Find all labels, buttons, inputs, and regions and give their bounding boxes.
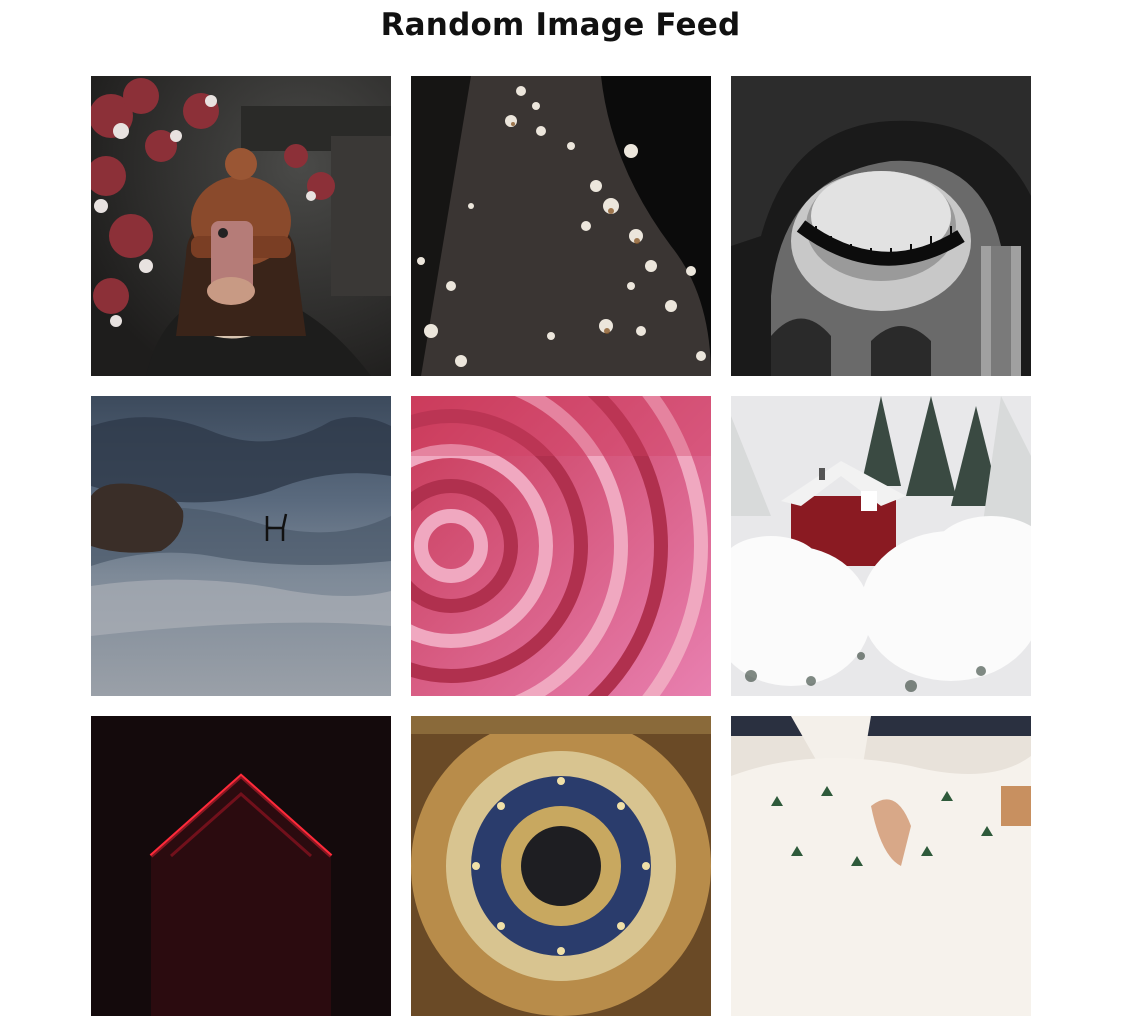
feed-image-8[interactable]	[411, 716, 711, 1016]
feed-image-9[interactable]	[731, 716, 1031, 1016]
feed-image-4[interactable]	[91, 396, 391, 696]
photo-spiral-staircase-bw	[731, 76, 1031, 376]
feed-image-5[interactable]	[411, 396, 711, 696]
image-feed-grid	[91, 76, 1031, 1016]
photo-ornate-dome-ceiling	[411, 716, 711, 1016]
photo-folding-linen	[731, 716, 1031, 1016]
photo-red-house-snow	[731, 396, 1031, 696]
feed-image-2[interactable]	[411, 76, 711, 376]
feed-image-1[interactable]	[91, 76, 391, 376]
photo-dark-rock-pebbles	[411, 76, 711, 376]
photo-chair-in-sea	[91, 396, 391, 696]
feed-image-3[interactable]	[731, 76, 1031, 376]
photo-woman-phone-snow	[91, 76, 391, 376]
photo-pink-spiral	[411, 396, 711, 696]
feed-image-7[interactable]	[91, 716, 391, 1016]
photo-red-neon-roof	[91, 716, 391, 1016]
page-title: Random Image Feed	[380, 7, 741, 43]
feed-image-6[interactable]	[731, 396, 1031, 696]
